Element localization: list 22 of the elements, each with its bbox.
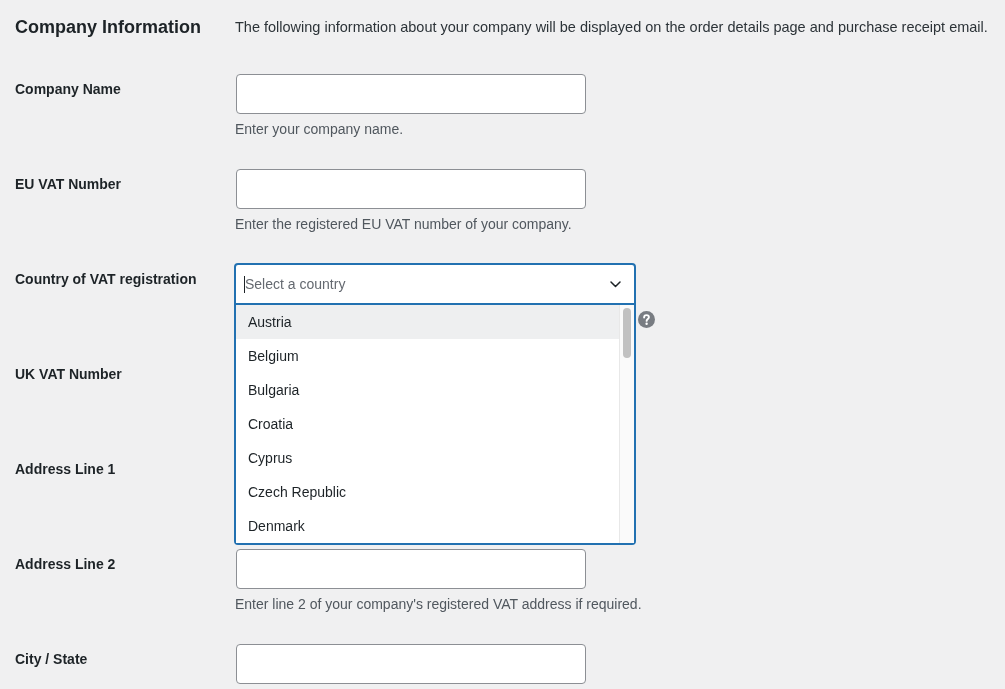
text-input[interactable]	[236, 74, 586, 114]
field-label: Address Line 1	[15, 460, 116, 478]
field-label: City / State	[15, 650, 88, 668]
field-label: EU VAT Number	[15, 175, 122, 193]
field-label: UK VAT Number	[15, 365, 122, 383]
field-hint: Enter your company name.	[235, 120, 404, 139]
dropdown-option[interactable]: Austria	[236, 305, 619, 339]
section-description: The following information about your company will be displayed on the order details page and purchase receipt email.	[235, 17, 988, 37]
chevron-down-icon	[610, 280, 621, 288]
scrollbar-thumb[interactable]	[623, 308, 631, 358]
field-label: Company Name	[15, 80, 121, 98]
help-icon[interactable]	[638, 311, 655, 328]
text-input[interactable]	[236, 644, 586, 684]
field-label: Address Line 2	[15, 555, 116, 573]
field-label: Country of VAT registration	[15, 270, 197, 288]
field-hint: Enter the registered EU VAT number of your company.	[235, 215, 572, 234]
section-title: Company Information	[15, 15, 201, 38]
country-select[interactable]: Select a country	[234, 263, 636, 305]
field-hint: Enter line 2 of your company's registered VAT address if required.	[235, 595, 642, 614]
text-input[interactable]	[236, 169, 586, 209]
text-cursor-icon	[244, 275, 245, 293]
text-input[interactable]	[236, 549, 586, 589]
